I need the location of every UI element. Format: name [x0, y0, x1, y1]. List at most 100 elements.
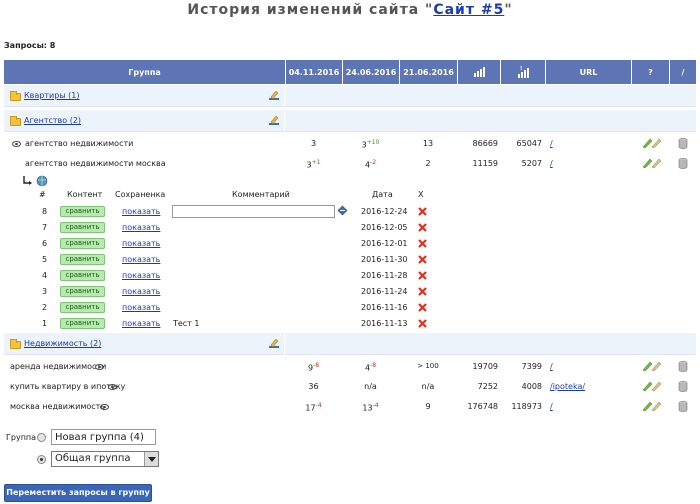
show-link[interactable]: показать [122, 319, 160, 328]
save-comment-icon[interactable] [337, 205, 348, 216]
pos-d1: 36 [308, 382, 319, 391]
hist-date: 2016-11-24 [361, 287, 408, 296]
hist-date: 2016-11-30 [361, 255, 408, 264]
folder-icon [10, 91, 21, 101]
pos-d3: 9 [425, 402, 431, 411]
hist-col-saved: Сохраненка [115, 190, 166, 199]
edit-icon[interactable] [268, 89, 280, 101]
freq-1: 19709 [472, 362, 498, 371]
compare-button[interactable]: сравнить [60, 222, 105, 233]
database-icon[interactable] [678, 381, 688, 392]
move-queries-button[interactable]: Переместить запросы в группу [4, 484, 152, 502]
col-help[interactable]: ? [631, 60, 669, 84]
freq-1: 7252 [477, 382, 498, 391]
show-link[interactable]: показать [122, 287, 160, 296]
radio-existing-group[interactable] [37, 455, 46, 464]
group-link-kvartiry[interactable]: Квартиры (1) [24, 91, 80, 100]
delete-icon[interactable] [418, 223, 427, 232]
folder-open-icon [10, 339, 21, 349]
hist-date: 2016-12-24 [361, 207, 408, 216]
svg-text:!: ! [520, 66, 522, 72]
group-row-agentstvo: Агентство (2) [4, 110, 696, 132]
database-icon[interactable] [678, 361, 688, 372]
comment-input[interactable] [172, 205, 335, 218]
col-date-1[interactable]: 04.11.2016 [285, 60, 342, 84]
freq-2: 7399 [521, 362, 542, 371]
database-icon[interactable] [678, 401, 688, 412]
eye-icon[interactable] [100, 402, 109, 411]
edit-icon[interactable] [268, 337, 280, 349]
pos-d2: n/a [364, 382, 377, 391]
table-row: агентство недвижимости 3 3+10 13 86669 6… [4, 134, 696, 154]
pos-d3: 13 [422, 139, 434, 148]
pos-d3: n/a [421, 382, 435, 391]
url-link[interactable]: / [550, 139, 553, 148]
show-link[interactable]: показать [122, 255, 160, 264]
eye-icon[interactable] [12, 139, 21, 148]
col-freq-1[interactable] [457, 60, 500, 84]
compare-button[interactable]: сравнить [60, 318, 105, 329]
hist-num: 1 [42, 319, 48, 328]
url-link[interactable]: / [550, 402, 553, 411]
hist-num: 5 [42, 255, 48, 264]
pos-d1: 17-4 [305, 402, 322, 413]
url-link[interactable]: / [550, 159, 553, 168]
delete-icon[interactable] [418, 319, 427, 328]
freq-2: 118973 [511, 402, 542, 411]
col-date-2[interactable]: 24.06.2016 [342, 60, 399, 84]
edit-pencils-icon[interactable] [642, 400, 664, 412]
site-link[interactable]: Сайт #5 [433, 2, 504, 18]
col-slash: / [669, 60, 696, 84]
group-link-agentstvo[interactable]: Агентство (2) [24, 116, 81, 125]
compare-button[interactable]: сравнить [60, 270, 105, 281]
delete-icon[interactable] [418, 207, 427, 216]
show-link[interactable]: показать [122, 271, 160, 280]
group-row-nedvizhimost: Недвижимость (2) [4, 333, 696, 355]
eye-icon[interactable] [108, 382, 117, 391]
pos-d1: 9-8 [307, 362, 320, 373]
query-text: москва недвижимость [10, 402, 106, 411]
edit-pencils-icon[interactable] [642, 157, 664, 169]
radio-new-group[interactable] [37, 433, 46, 442]
compare-button[interactable]: сравнить [60, 302, 105, 313]
col-date-3[interactable]: 21.06.2016 [399, 60, 457, 84]
freq-1: 11159 [472, 159, 498, 168]
group-link-nedvizhimost[interactable]: Недвижимость (2) [24, 339, 101, 348]
page-title: История изменений сайта "Сайт #5" [187, 2, 513, 18]
expand-arrow-icon [23, 175, 48, 187]
chevron-down-icon[interactable] [144, 452, 158, 466]
delete-icon[interactable] [418, 271, 427, 280]
database-icon[interactable] [678, 138, 688, 149]
eye-icon[interactable] [95, 362, 104, 371]
table-row: купить квартиру в ипотеку 36 n/a n/a 725… [4, 377, 696, 397]
hist-num: 8 [42, 207, 48, 216]
delete-icon[interactable] [418, 255, 427, 264]
show-link[interactable]: показать [122, 303, 160, 312]
url-link[interactable]: / [550, 362, 553, 371]
edit-icon[interactable] [268, 114, 280, 126]
show-link[interactable]: показать [122, 239, 160, 248]
delete-icon[interactable] [418, 239, 427, 248]
edit-pencils-icon[interactable] [642, 360, 664, 372]
compare-button[interactable]: сравнить [60, 286, 105, 297]
group-select[interactable]: Общая группа [51, 451, 159, 467]
show-link[interactable]: показать [122, 223, 160, 232]
edit-pencils-icon[interactable] [642, 380, 664, 392]
delete-icon[interactable] [418, 287, 427, 296]
edit-pencils-icon[interactable] [642, 137, 664, 149]
bars-exact-icon: ! [518, 66, 529, 78]
pos-d2: 4-8 [364, 362, 377, 373]
table-row: агентство недвижимости москва 3+1 4-2 2 … [4, 154, 696, 174]
pos-d2: 13-4 [362, 402, 379, 413]
show-link[interactable]: показать [122, 207, 160, 216]
delete-icon[interactable] [418, 303, 427, 312]
compare-button[interactable]: сравнить [60, 238, 105, 249]
freq-2: 4008 [521, 382, 542, 391]
compare-button[interactable]: сравнить [60, 206, 105, 217]
new-group-input[interactable] [51, 429, 156, 445]
compare-button[interactable]: сравнить [60, 254, 105, 265]
hist-col-x: X [418, 190, 424, 199]
database-icon[interactable] [678, 158, 688, 169]
url-link[interactable]: /ipoteka/ [550, 382, 585, 391]
col-freq-2[interactable]: ! [500, 60, 545, 84]
